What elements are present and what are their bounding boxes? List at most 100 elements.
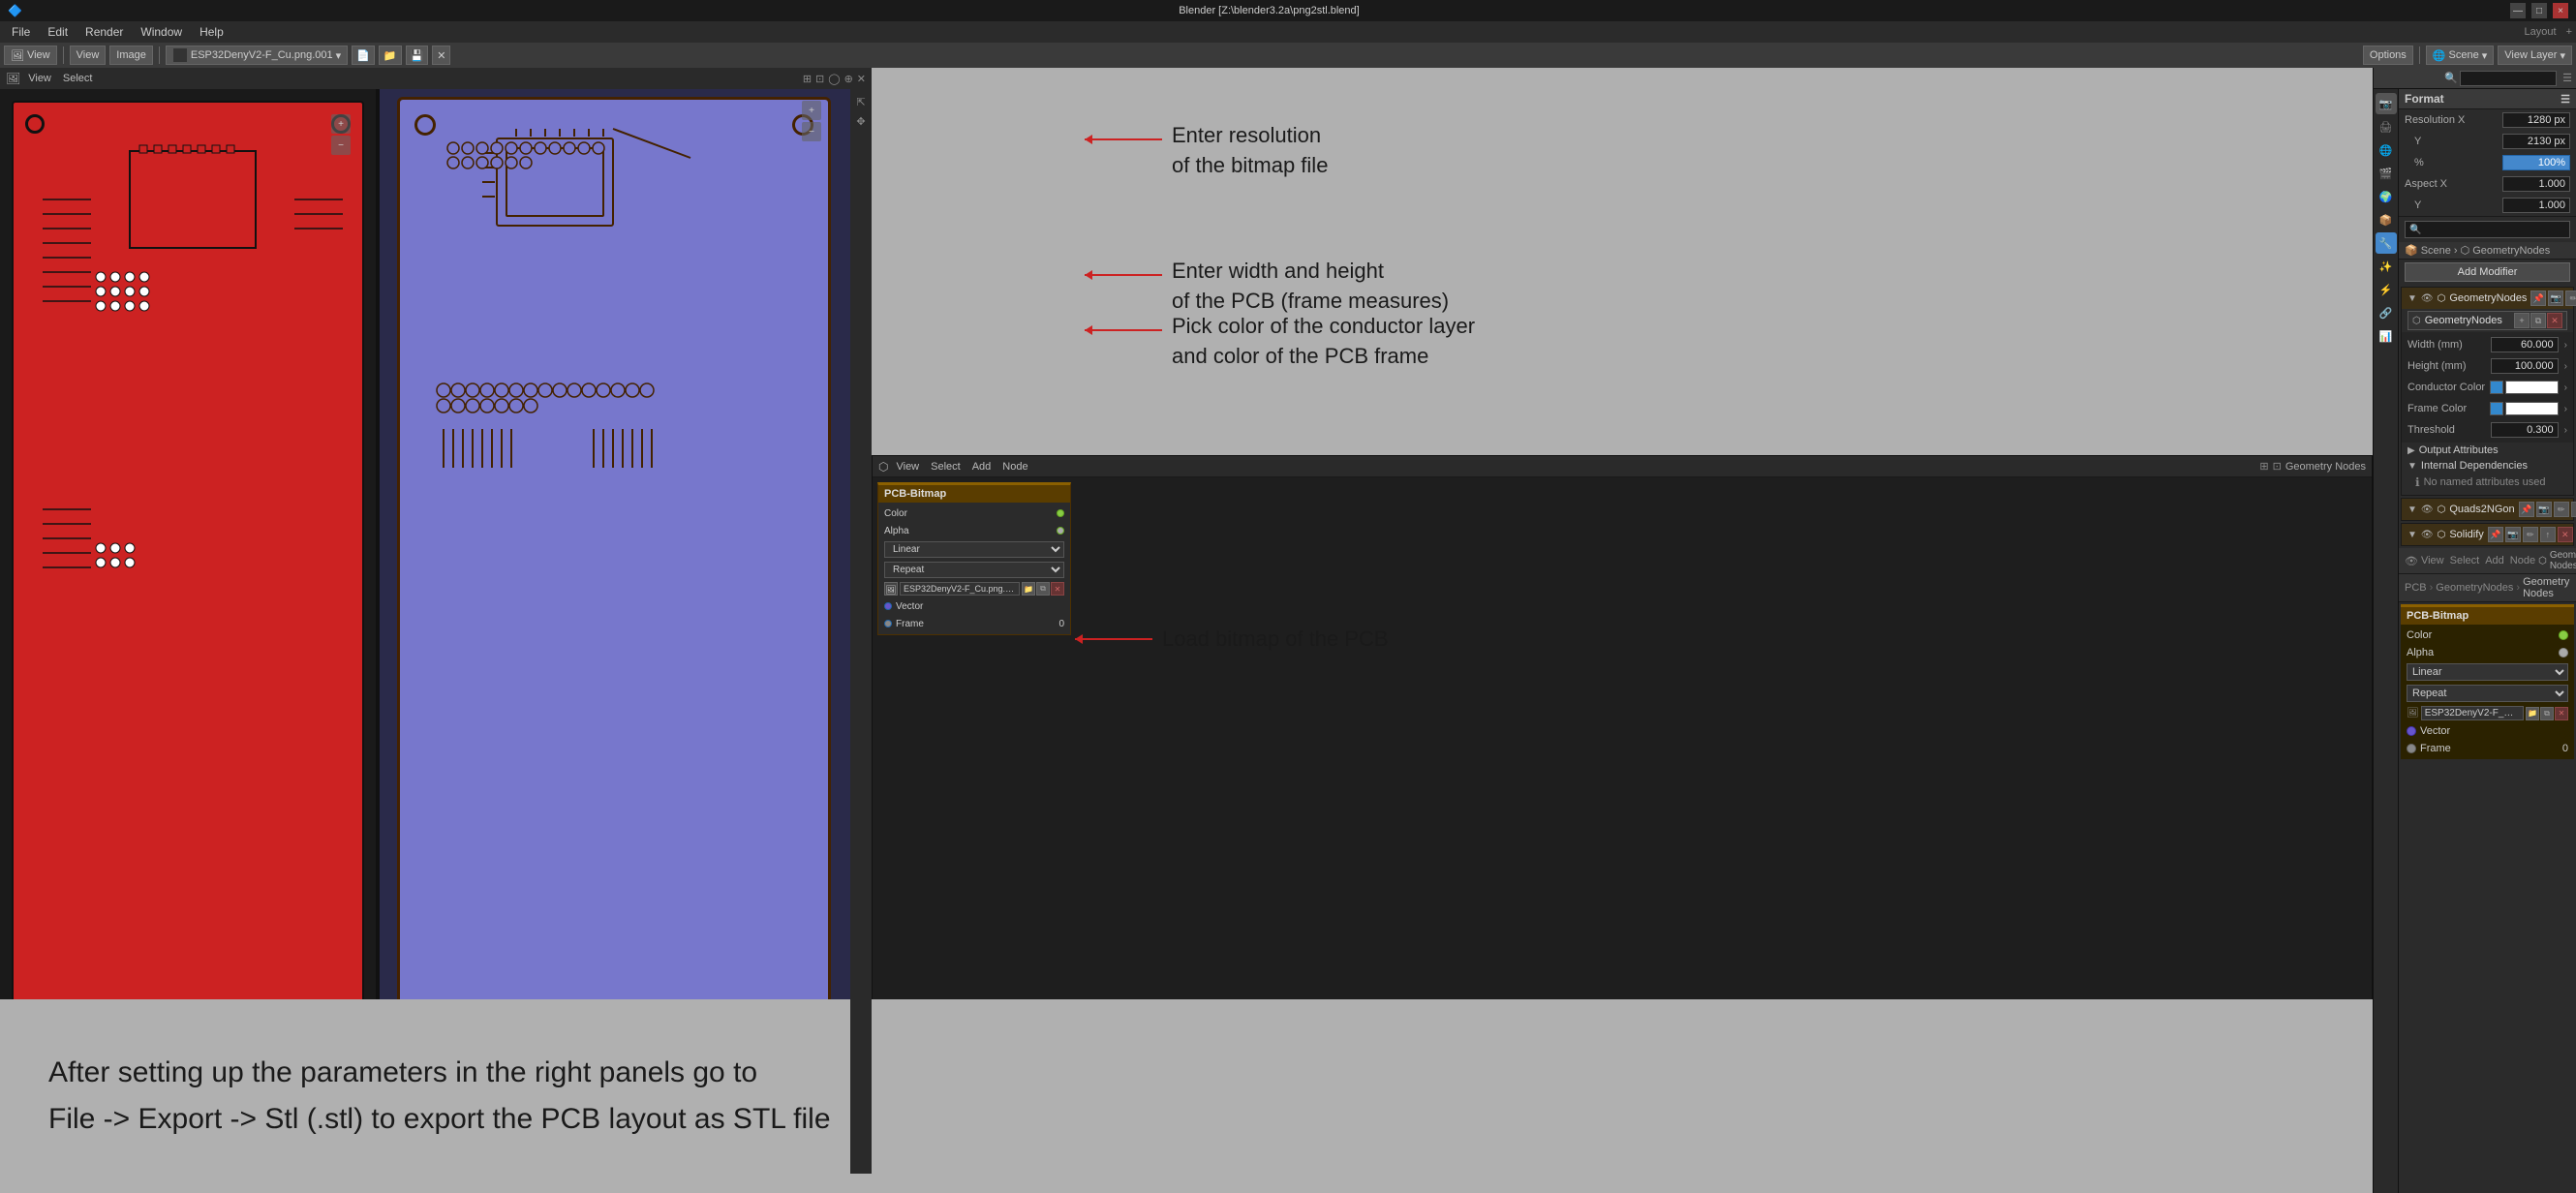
tab-modifier-active[interactable]: 🔧 <box>2376 232 2397 254</box>
arrow-head-load <box>1075 634 1083 644</box>
frame-color-swatch[interactable] <box>2505 402 2559 415</box>
alpha-socket <box>1057 527 1064 535</box>
height-arrow-right: › <box>2564 361 2567 372</box>
image-selector[interactable]: ESP32DenyV2-F_Cu.png.001 ▾ <box>166 46 348 65</box>
threshold-value[interactable]: 0.300 <box>2491 422 2559 438</box>
tab-output[interactable]: 🖨 <box>2376 116 2397 138</box>
scene-selector[interactable]: 🌐 Scene ▾ <box>2426 46 2494 65</box>
solidify-collapse[interactable]: ▼ <box>2407 530 2417 540</box>
conductor-color-swatch[interactable] <box>2505 381 2559 394</box>
geonodes-pin-btn[interactable]: 📌 <box>2530 291 2546 306</box>
geonodes-render-btn[interactable]: 📷 <box>2548 291 2563 306</box>
file-copy-btn[interactable]: ⧉ <box>1036 582 1050 596</box>
layout-add[interactable]: + <box>2566 26 2572 38</box>
side-icon-pan[interactable]: ✥ <box>852 112 870 130</box>
geonodes-browse-btn[interactable]: ⧉ <box>2530 313 2546 328</box>
open-image-button[interactable]: 📁 <box>379 46 402 65</box>
quads-render[interactable]: 📷 <box>2536 502 2552 517</box>
format-menu-icon[interactable]: ☰ <box>2561 93 2570 106</box>
file-remove-btn[interactable]: ✕ <box>1051 582 1064 596</box>
solidify-del[interactable]: ✕ <box>2558 527 2573 542</box>
menu-window[interactable]: Window <box>133 23 190 41</box>
view-menu-button[interactable]: View <box>70 46 107 65</box>
aspect-x-value[interactable]: 1.000 <box>2502 176 2570 192</box>
tab-object[interactable]: 📦 <box>2376 209 2397 230</box>
tab-render[interactable]: 📷 <box>2376 93 2397 114</box>
quads-pin[interactable]: 📌 <box>2519 502 2534 517</box>
modifier-search[interactable]: 🔍 <box>2405 221 2570 238</box>
nav-zoom-in[interactable]: + <box>331 114 351 134</box>
ne-select-btn[interactable]: Select <box>927 458 965 475</box>
width-value[interactable]: 60.000 <box>2491 337 2559 352</box>
geonodes-vis-icon[interactable]: 👁 <box>2421 293 2434 304</box>
solidify-pin[interactable]: 📌 <box>2488 527 2503 542</box>
bitmap-frame-row: Frame 0 <box>2401 740 2574 757</box>
bitmap-browse-btn[interactable]: 📁 <box>2526 707 2539 720</box>
nav-right-zoom-out[interactable]: − <box>802 122 821 141</box>
bitmap-remove-btn[interactable]: ✕ <box>2555 707 2568 720</box>
options-button[interactable]: Options <box>2363 46 2413 65</box>
quads-vis[interactable]: 👁 <box>2421 505 2434 515</box>
close-image-button[interactable]: ✕ <box>432 46 450 65</box>
image-menu-button[interactable]: Image <box>109 46 153 65</box>
side-icon-zoom[interactable]: ⇱ <box>852 93 870 110</box>
editor-type-button[interactable]: 🖼 View <box>4 46 57 65</box>
solidify-vis[interactable]: 👁 <box>2421 530 2434 540</box>
internal-deps-toggle[interactable]: ▼ Internal Dependencies <box>2407 460 2567 472</box>
output-attrs-toggle[interactable]: ▶ Output Attributes <box>2407 444 2567 456</box>
menu-render[interactable]: Render <box>77 23 131 41</box>
viewport-select-btn[interactable]: Select <box>59 73 97 84</box>
nav-zoom-out[interactable]: − <box>331 136 351 155</box>
tab-data[interactable]: 📊 <box>2376 325 2397 347</box>
bitmap-linear-select[interactable]: Linear <box>2407 663 2568 681</box>
ne-add-btn[interactable]: Add <box>968 458 996 475</box>
save-image-button[interactable]: 💾 <box>406 46 429 65</box>
props-search-icon[interactable]: 🔍 <box>2444 72 2458 84</box>
ne-view-btn[interactable]: View <box>892 458 923 475</box>
add-modifier-button[interactable]: Add Modifier <box>2405 262 2570 282</box>
ne-icon2: ⊡ <box>2273 460 2282 473</box>
viewlayer-selector[interactable]: View Layer ▾ <box>2498 46 2572 65</box>
extension-select[interactable]: Repeat <box>884 562 1064 578</box>
file-browse-btn[interactable]: 📁 <box>1022 582 1035 596</box>
bitmap-copy-btn[interactable]: ⧉ <box>2540 707 2554 720</box>
geonodes-unlink-btn[interactable]: ✕ <box>2547 313 2562 328</box>
menu-file[interactable]: File <box>4 23 38 41</box>
quads-collapse[interactable]: ▼ <box>2407 505 2417 515</box>
quads-edit[interactable]: ✏ <box>2554 502 2569 517</box>
geonodes-new-btn[interactable]: + <box>2514 313 2530 328</box>
props-menu-icon[interactable]: ☰ <box>2562 72 2572 84</box>
solidify-edit[interactable]: ✏ <box>2523 527 2538 542</box>
frame-color-swatch-container <box>2490 402 2559 415</box>
res-x-value[interactable]: 1280 px <box>2502 112 2570 128</box>
props-search-input[interactable] <box>2460 71 2557 86</box>
solidify-render[interactable]: 📷 <box>2505 527 2521 542</box>
height-value[interactable]: 100.000 <box>2491 358 2559 374</box>
geonodes-dropdown[interactable]: ⬡ GeometryNodes + ⧉ ✕ <box>2407 311 2567 330</box>
geonodes-collapse-icon[interactable]: ▼ <box>2407 293 2417 304</box>
tab-physics[interactable]: ⚡ <box>2376 279 2397 300</box>
tab-constraints[interactable]: 🔗 <box>2376 302 2397 323</box>
ne-bc-node: Node <box>2510 555 2535 566</box>
menu-edit[interactable]: Edit <box>40 23 76 41</box>
maximize-button[interactable]: □ <box>2531 3 2547 18</box>
close-button[interactable]: × <box>2553 3 2568 18</box>
tab-world[interactable]: 🌍 <box>2376 186 2397 207</box>
solidify-up[interactable]: ↑ <box>2540 527 2556 542</box>
percent-value[interactable]: 100% <box>2502 155 2570 170</box>
new-image-button[interactable]: 📄 <box>352 46 375 65</box>
geonodes-edit-btn[interactable]: ✏ <box>2565 291 2576 306</box>
interpolation-select[interactable]: Linear <box>884 541 1064 558</box>
res-y-value[interactable]: 2130 px <box>2502 134 2570 149</box>
tab-view-layer[interactable]: 🌐 <box>2376 139 2397 161</box>
menu-help[interactable]: Help <box>192 23 231 41</box>
nav-right-zoom-in[interactable]: + <box>802 101 821 120</box>
quads-up[interactable]: ↑ <box>2571 502 2576 517</box>
tab-scene[interactable]: 🎬 <box>2376 163 2397 184</box>
aspect-y-value[interactable]: 1.000 <box>2502 198 2570 213</box>
bitmap-repeat-select[interactable]: Repeat <box>2407 685 2568 702</box>
tab-particles[interactable]: ✨ <box>2376 256 2397 277</box>
minimize-button[interactable]: — <box>2510 3 2526 18</box>
ne-node-btn[interactable]: Node <box>998 458 1031 475</box>
viewport-view-btn[interactable]: View <box>24 73 55 84</box>
